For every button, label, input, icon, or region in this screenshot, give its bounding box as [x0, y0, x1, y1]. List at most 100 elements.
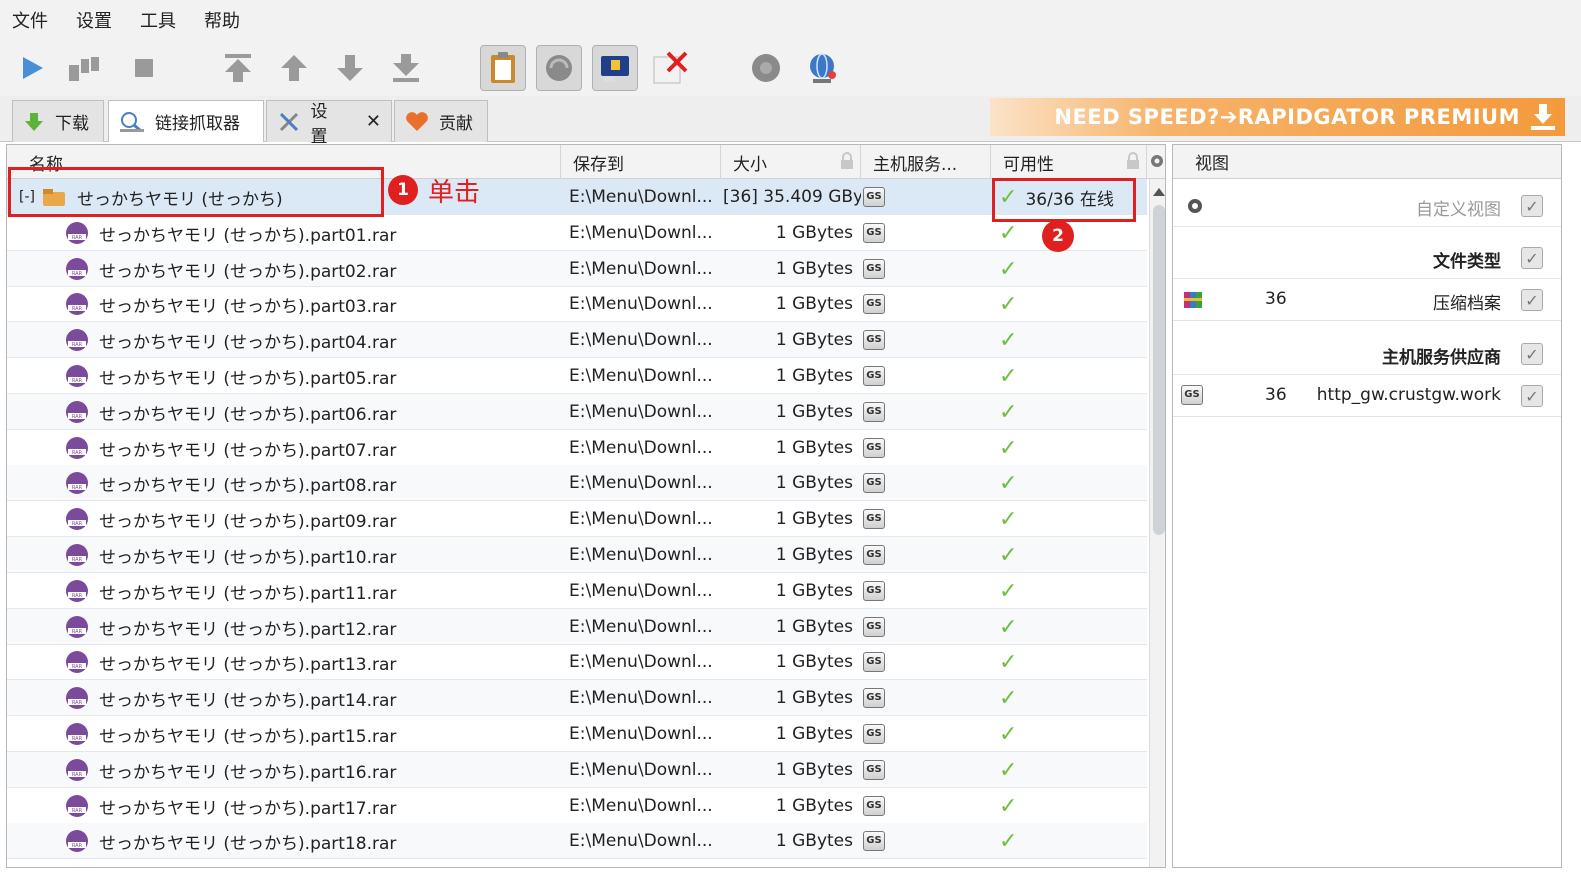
- play-icon[interactable]: [12, 48, 52, 88]
- menu-bar: 文件 设置 工具 帮助: [0, 0, 1581, 40]
- file-row[interactable]: RAR せっかちヤモリ (せっかち).part12.rar E:\Menu\Down…: [7, 609, 1147, 645]
- host-filter-row[interactable]: GS 36 http_gw.crustgw.work ✓: [1173, 375, 1561, 417]
- online-check-icon: ✓: [999, 470, 1018, 496]
- move-up-icon[interactable]: [274, 48, 314, 88]
- close-icon[interactable]: ✕: [366, 111, 381, 132]
- rar-file-icon: RAR: [66, 830, 88, 852]
- host-gs-icon: GS: [863, 366, 885, 386]
- file-saveto: E:\Menu\Downl...: [569, 724, 713, 744]
- column-host[interactable]: 主机服务...: [861, 145, 991, 179]
- tab-downloads[interactable]: 下载: [12, 100, 104, 142]
- scrollbar-thumb[interactable]: [1153, 205, 1165, 535]
- column-availability[interactable]: 可用性: [991, 145, 1147, 179]
- stop-icon[interactable]: [124, 48, 164, 88]
- archive-checkbox[interactable]: ✓: [1521, 289, 1543, 311]
- clipboard-icon[interactable]: [480, 45, 526, 91]
- reconnect-icon[interactable]: [536, 45, 582, 91]
- file-row[interactable]: RAR せっかちヤモリ (せっかち).part15.rar E:\Menu\Down…: [7, 716, 1147, 752]
- menu-settings[interactable]: 设置: [76, 7, 112, 33]
- file-size: 1 GBytes: [775, 366, 853, 386]
- file-row[interactable]: RAR せっかちヤモリ (せっかち).part10.rar E:\Menu\Down…: [7, 537, 1147, 573]
- custom-view-row[interactable]: 自定义视图 ✓: [1173, 185, 1561, 227]
- file-saveto: E:\Menu\Downl...: [569, 652, 713, 672]
- file-row[interactable]: RAR せっかちヤモリ (せっかち).part02.rar E:\Menu\Down…: [7, 251, 1147, 287]
- move-down-icon[interactable]: [330, 48, 370, 88]
- pause-icon[interactable]: [64, 48, 104, 88]
- file-row[interactable]: RAR せっかちヤモリ (せっかち).part08.rar E:\Menu\Down…: [7, 465, 1147, 501]
- clear-list-icon[interactable]: [650, 48, 690, 88]
- host-provider-checkbox[interactable]: ✓: [1521, 343, 1543, 365]
- filetype-checkbox[interactable]: ✓: [1521, 247, 1543, 269]
- move-bottom-icon[interactable]: [386, 48, 426, 88]
- file-row[interactable]: RAR せっかちヤモリ (せっかち).part18.rar E:\Menu\Down…: [7, 823, 1147, 859]
- file-saveto: E:\Menu\Downl...: [569, 294, 713, 314]
- annotation-box-2: [992, 178, 1136, 222]
- rar-file-icon: RAR: [66, 795, 88, 817]
- file-row[interactable]: RAR せっかちヤモリ (せっかち).part03.rar E:\Menu\Down…: [7, 286, 1147, 322]
- premium-banner[interactable]: NEED SPEED?➔RAPIDGATOR PREMIUM: [990, 98, 1565, 136]
- gear-icon[interactable]: [1185, 196, 1205, 216]
- table-scrollbar[interactable]: [1149, 179, 1166, 867]
- menu-tools[interactable]: 工具: [140, 7, 176, 33]
- svg-text:RAR: RAR: [72, 521, 83, 527]
- tab-settings[interactable]: 设置 ✕: [266, 100, 392, 147]
- file-row[interactable]: RAR せっかちヤモリ (せっかち).part05.rar E:\Menu\Down…: [7, 358, 1147, 394]
- lock-icon: [1126, 152, 1140, 170]
- file-size: 1 GBytes: [775, 831, 853, 851]
- download-tray-icon: [1531, 104, 1555, 130]
- file-saveto: E:\Menu\Downl...: [569, 438, 713, 458]
- scroll-up-icon[interactable]: [1151, 185, 1166, 199]
- file-saveto: E:\Menu\Downl...: [569, 581, 713, 601]
- file-row[interactable]: RAR せっかちヤモリ (せっかち).part14.rar E:\Menu\Down…: [7, 680, 1147, 716]
- online-check-icon: ✓: [999, 721, 1018, 747]
- host-gs-icon: GS: [863, 581, 885, 601]
- file-saveto: E:\Menu\Downl...: [569, 223, 713, 243]
- online-check-icon: ✓: [999, 542, 1018, 568]
- file-row[interactable]: RAR せっかちヤモリ (せっかち).part11.rar E:\Menu\Down…: [7, 573, 1147, 609]
- file-row[interactable]: RAR せっかちヤモリ (せっかち).part01.rar E:\Menu\Down…: [7, 215, 1147, 251]
- column-settings-gear-icon[interactable]: [1149, 153, 1165, 171]
- online-check-icon: ✓: [999, 327, 1018, 353]
- host-gs-icon: GS: [863, 509, 885, 529]
- file-row[interactable]: RAR せっかちヤモリ (せっかち).part04.rar E:\Menu\Down…: [7, 322, 1147, 358]
- column-saveto[interactable]: 保存到: [561, 145, 721, 179]
- package-size: [36] 35.409 GBy: [723, 187, 861, 207]
- column-size[interactable]: 大小: [721, 145, 861, 179]
- rar-file-icon: RAR: [66, 651, 88, 673]
- archive-filter-row[interactable]: 36 压缩档案 ✓: [1173, 279, 1561, 321]
- file-saveto: E:\Menu\Downl...: [569, 473, 713, 493]
- menu-help[interactable]: 帮助: [204, 7, 240, 33]
- host-gs-icon: GS: [863, 259, 885, 279]
- file-saveto: E:\Menu\Downl...: [569, 509, 713, 529]
- move-top-icon[interactable]: [218, 48, 258, 88]
- svg-text:RAR: RAR: [72, 557, 83, 563]
- file-saveto: E:\Menu\Downl...: [569, 545, 713, 565]
- svg-text:RAR: RAR: [72, 700, 83, 706]
- file-name: せっかちヤモリ (せっかち).part16.rar: [99, 762, 397, 783]
- custom-view-checkbox[interactable]: ✓: [1521, 195, 1543, 217]
- file-row[interactable]: RAR せっかちヤモリ (せっかち).part16.rar E:\Menu\Down…: [7, 752, 1147, 788]
- rar-file-icon: RAR: [66, 329, 88, 351]
- file-row[interactable]: RAR せっかちヤモリ (せっかち).part17.rar E:\Menu\Down…: [7, 788, 1147, 824]
- menu-file[interactable]: 文件: [12, 7, 48, 33]
- heart-icon: [406, 111, 428, 131]
- update-icon[interactable]: [746, 48, 786, 88]
- file-row[interactable]: RAR せっかちヤモリ (せっかち).part06.rar E:\Menu\Down…: [7, 394, 1147, 430]
- file-row[interactable]: RAR せっかちヤモリ (せっかち).part07.rar E:\Menu\Down…: [7, 430, 1147, 466]
- rar-file-icon: RAR: [66, 580, 88, 602]
- host-gs-icon: GS: [863, 438, 885, 458]
- svg-text:RAR: RAR: [72, 271, 83, 277]
- host-checkbox[interactable]: ✓: [1521, 385, 1543, 407]
- svg-text:RAR: RAR: [72, 450, 83, 456]
- file-row[interactable]: RAR せっかちヤモリ (せっかち).part13.rar E:\Menu\Down…: [7, 644, 1147, 680]
- host-gs-icon: GS: [863, 796, 885, 816]
- file-saveto: E:\Menu\Downl...: [569, 330, 713, 350]
- tab-linkgrabber[interactable]: 链接抓取器: [108, 100, 264, 142]
- file-saveto: E:\Menu\Downl...: [569, 760, 713, 780]
- premium-icon[interactable]: [592, 45, 638, 91]
- tab-contribute[interactable]: 贡献: [394, 100, 488, 142]
- file-name: せっかちヤモリ (せっかち).part11.rar: [99, 583, 397, 604]
- globe-icon[interactable]: [802, 48, 842, 88]
- host-gs-icon: GS: [863, 473, 885, 493]
- file-row[interactable]: RAR せっかちヤモリ (せっかち).part09.rar E:\Menu\Down…: [7, 501, 1147, 537]
